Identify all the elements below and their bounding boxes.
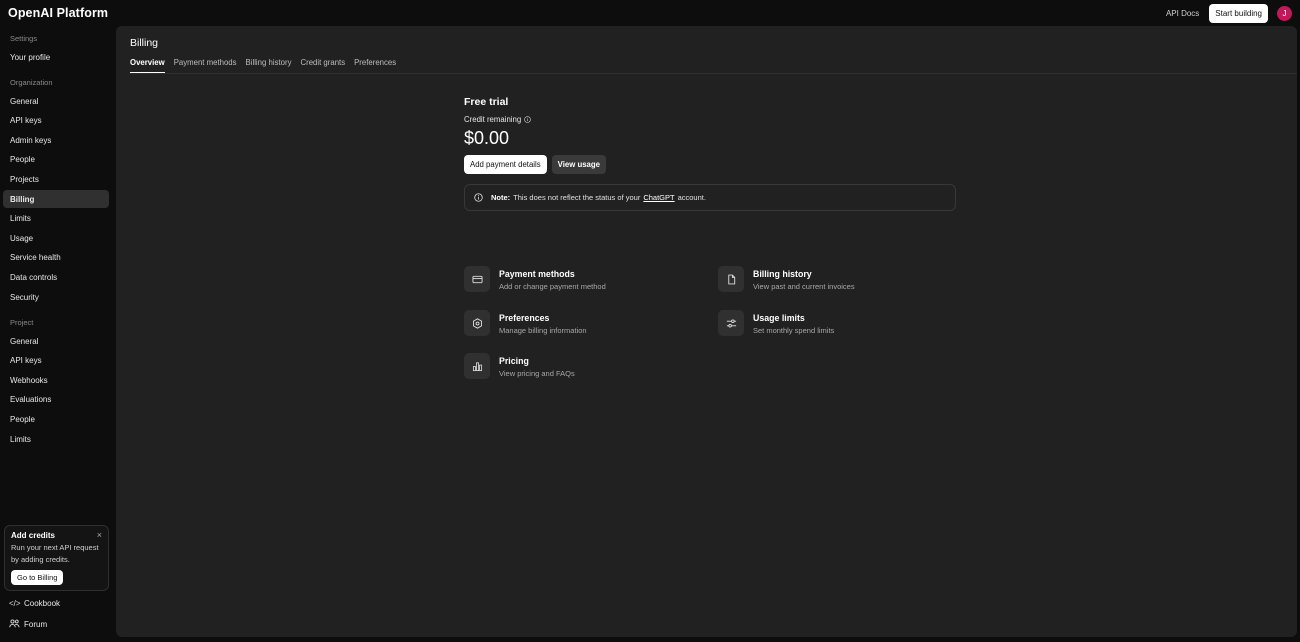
billing-cards: Payment methods Add or change payment me… xyxy=(464,266,956,386)
plan-title: Free trial xyxy=(464,96,509,108)
sidebar-item-usage[interactable]: Usage xyxy=(3,229,109,247)
payment-methods-card[interactable]: Payment methods Add or change payment me… xyxy=(464,266,606,292)
sidebar: Settings Your profile Organization Gener… xyxy=(0,26,116,642)
usage-limits-card[interactable]: Usage limits Set monthly spend limits xyxy=(718,310,834,336)
card-title: Pricing xyxy=(499,356,529,366)
info-icon[interactable] xyxy=(524,116,531,123)
sidebar-item-security[interactable]: Security xyxy=(3,288,109,306)
sidebar-item-billing[interactable]: Billing xyxy=(3,190,109,208)
card-title: Billing history xyxy=(753,269,812,279)
sidebar-item-org-people[interactable]: People xyxy=(3,150,109,168)
note-text-end: account. xyxy=(677,193,706,202)
tab-preferences[interactable]: Preferences xyxy=(354,58,396,73)
note-text: This does not reflect the status of your xyxy=(513,193,641,202)
sidebar-item-project-people[interactable]: People xyxy=(3,410,109,428)
document-icon xyxy=(718,266,744,292)
sidebar-item-org-general[interactable]: General xyxy=(3,92,109,110)
go-to-billing-button[interactable]: Go to Billing xyxy=(11,570,64,585)
sidebar-section-organization: Organization xyxy=(10,78,53,87)
tab-overview[interactable]: Overview xyxy=(130,58,165,73)
note-banner: Note: This does not reflect the status o… xyxy=(464,184,956,211)
card-title: Payment methods xyxy=(499,269,575,279)
sidebar-item-admin-keys[interactable]: Admin keys xyxy=(3,131,109,149)
credit-card-icon xyxy=(464,266,490,292)
api-docs-link[interactable]: API Docs xyxy=(1166,9,1199,18)
forum-link[interactable]: Forum xyxy=(9,619,47,630)
settings-gear-icon xyxy=(464,310,490,336)
sidebar-item-evaluations[interactable]: Evaluations xyxy=(3,390,109,408)
sidebar-item-projects[interactable]: Projects xyxy=(3,170,109,188)
bar-chart-icon xyxy=(464,353,490,379)
code-icon: </> xyxy=(9,599,21,608)
card-description: View past and current invoices xyxy=(753,282,855,291)
card-description: Manage billing information xyxy=(499,326,587,335)
sliders-icon xyxy=(718,310,744,336)
start-building-button[interactable]: Start building xyxy=(1209,3,1268,23)
sidebar-item-webhooks[interactable]: Webhooks xyxy=(3,371,109,389)
add-payment-details-button[interactable]: Add payment details xyxy=(464,155,547,174)
avatar[interactable]: J xyxy=(1277,5,1292,21)
card-title: Preferences xyxy=(499,313,550,323)
sidebar-item-your-profile[interactable]: Your profile xyxy=(3,48,109,66)
main-panel: Billing Overview Payment methods Billing… xyxy=(116,26,1297,637)
forum-label: Forum xyxy=(24,620,48,629)
tab-credit-grants[interactable]: Credit grants xyxy=(300,58,345,73)
info-icon xyxy=(474,193,483,202)
view-usage-button[interactable]: View usage xyxy=(551,155,606,174)
preferences-card[interactable]: Preferences Manage billing information xyxy=(464,310,587,336)
sidebar-section-project: Project xyxy=(10,318,34,327)
card-description: Set monthly spend limits xyxy=(753,326,835,335)
credit-amount: $0.00 xyxy=(464,128,510,148)
cookbook-link[interactable]: </> Cookbook xyxy=(9,599,60,608)
card-description: View pricing and FAQs xyxy=(499,369,575,378)
overview-content: Free trial Credit remaining $0.00 Add pa… xyxy=(464,96,956,379)
top-bar: OpenAI Platform API Docs Start building … xyxy=(0,0,1300,26)
billing-tabs: Overview Payment methods Billing history… xyxy=(130,58,405,73)
note-label: Note: xyxy=(491,193,511,202)
close-icon[interactable]: × xyxy=(97,530,102,540)
sidebar-item-project-limits[interactable]: Limits xyxy=(3,430,109,448)
card-description: Add or change payment method xyxy=(499,282,606,291)
sidebar-item-project-api-keys[interactable]: API keys xyxy=(3,351,109,369)
sidebar-item-org-limits[interactable]: Limits xyxy=(3,209,109,227)
sidebar-section-settings: Settings xyxy=(10,34,38,43)
people-icon xyxy=(9,619,21,630)
billing-actions: Add payment details View usage xyxy=(464,155,956,174)
sidebar-item-org-api-keys[interactable]: API keys xyxy=(3,111,109,129)
tab-payment-methods[interactable]: Payment methods xyxy=(174,58,237,73)
credit-remaining-text: Credit remaining xyxy=(464,115,522,124)
brand-logo[interactable]: OpenAI Platform xyxy=(8,6,108,20)
add-credits-title: Add credits xyxy=(11,531,56,540)
tab-billing-history[interactable]: Billing history xyxy=(246,58,292,73)
credit-remaining-label: Credit remaining xyxy=(464,115,956,124)
top-right-actions: API Docs Start building J xyxy=(1166,3,1292,23)
pricing-card[interactable]: Pricing View pricing and FAQs xyxy=(464,353,575,379)
sidebar-item-data-controls[interactable]: Data controls xyxy=(3,268,109,286)
billing-history-card[interactable]: Billing history View past and current in… xyxy=(718,266,855,292)
cookbook-label: Cookbook xyxy=(24,599,61,608)
add-credits-body: Run your next API request by adding cred… xyxy=(11,543,99,564)
tabs-divider xyxy=(130,73,1297,74)
sidebar-item-project-general[interactable]: General xyxy=(3,332,109,350)
card-title: Usage limits xyxy=(753,313,805,323)
add-credits-card: Add credits × Run your next API request … xyxy=(4,525,109,591)
sidebar-item-service-health[interactable]: Service health xyxy=(3,248,109,266)
chatgpt-link[interactable]: ChatGPT xyxy=(643,193,674,202)
page-title: Billing xyxy=(130,37,159,49)
